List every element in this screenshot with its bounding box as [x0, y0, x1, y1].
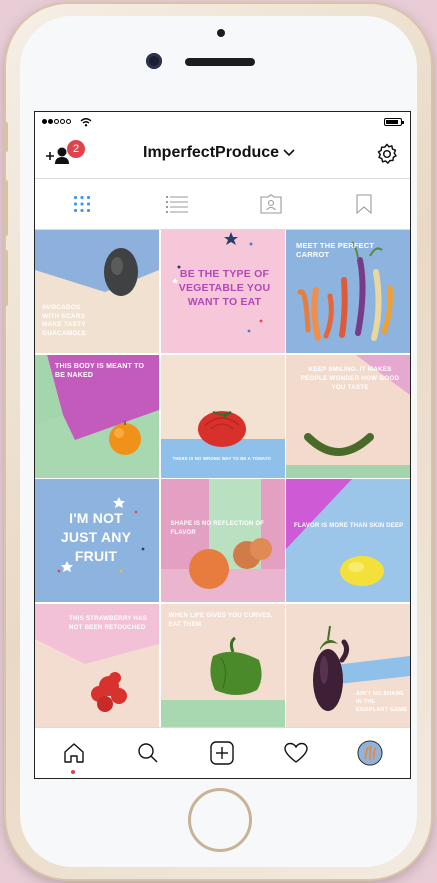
front-camera: [146, 53, 162, 69]
nav-search[interactable]: [135, 740, 161, 766]
post-caption: AIN'T NO SHAME IN THE EGGPLANT GAME: [356, 690, 408, 713]
avatar: [357, 740, 383, 766]
post-tile[interactable]: THIS STRAWBERRY HAS NOT BEEN RETOUCHED: [35, 603, 159, 727]
post-caption: I'M NOT JUST ANY FRUIT: [60, 510, 132, 564]
screen: 2 ImperfectProduce AVOCADOS WITH SCARS M…: [34, 111, 411, 779]
nav-activity[interactable]: [283, 740, 309, 766]
post-tile[interactable]: MEET THE PERFECT CARROT: [286, 230, 410, 353]
nav-new-post[interactable]: [209, 740, 235, 766]
post-caption: AVOCADOS WITH SCARS MAKE TASTY GUACAMOLE: [42, 304, 87, 337]
bottom-nav: [35, 727, 410, 778]
post-tile[interactable]: I'M NOT JUST ANY FRUIT: [35, 479, 159, 602]
post-caption: THIS STRAWBERRY HAS NOT BEEN RETOUCHED: [69, 614, 148, 631]
chevron-down-icon: [283, 149, 295, 157]
signal-dots: [42, 119, 71, 124]
tab-tagged[interactable]: [256, 193, 286, 215]
nav-profile[interactable]: [357, 740, 383, 766]
tab-grid[interactable]: [67, 193, 97, 215]
post-caption: THIS BODY IS MEANT TO BE NAKED: [55, 362, 145, 379]
post-caption: FLAVOR IS MORE THAN SKIN DEEP: [294, 523, 404, 529]
profile-header: 2 ImperfectProduce: [35, 132, 410, 179]
list-icon: [166, 196, 188, 213]
activity-dot: [71, 770, 75, 774]
gear-icon[interactable]: [376, 143, 398, 165]
post-caption: BE THE TYPE OF VEGETABLE YOU WANT TO EAT: [178, 268, 271, 308]
post-grid: AVOCADOS WITH SCARS MAKE TASTY GUACAMOLE…: [35, 230, 410, 727]
volume-up-button: [3, 180, 8, 236]
earpiece-speaker: [185, 58, 255, 66]
nav-home[interactable]: [61, 740, 87, 766]
post-tile[interactable]: THIS BODY IS MEANT TO BE NAKED: [35, 354, 159, 478]
volume-down-button: [3, 250, 8, 306]
post-tile[interactable]: SHAPE IS NO REFLECTION OF FLAVOR: [160, 479, 285, 602]
post-caption: KEEP SMILING. IT MAKES PEOPLE WONDER HOW…: [300, 365, 400, 391]
post-tile[interactable]: AVOCADOS WITH SCARS MAKE TASTY GUACAMOLE: [35, 230, 159, 353]
mute-switch: [3, 122, 8, 152]
add-user-button[interactable]: 2: [45, 140, 85, 168]
home-button[interactable]: [188, 788, 252, 852]
notification-badge: 2: [67, 140, 85, 158]
post-tile[interactable]: AIN'T NO SHAME IN THE EGGPLANT GAME: [286, 603, 410, 727]
tagged-icon: [260, 194, 282, 214]
tab-list[interactable]: [162, 193, 192, 215]
plus-square-icon: [210, 741, 234, 765]
tab-saved[interactable]: [349, 193, 379, 215]
wifi-icon: [80, 118, 92, 127]
battery-icon: [384, 118, 404, 126]
status-bar: [35, 112, 410, 132]
grid-icon: [74, 196, 90, 212]
bookmark-icon: [356, 194, 372, 214]
post-tile[interactable]: BE THE TYPE OF VEGETABLE YOU WANT TO EAT: [160, 230, 285, 353]
post-caption: WHEN LIFE GIVES YOU CURVES, EAT THEM: [168, 611, 273, 628]
post-caption: THERE IS NO WRONG WAY TO BE A TOMATO: [172, 455, 271, 461]
post-tile[interactable]: KEEP SMILING. IT MAKES PEOPLE WONDER HOW…: [286, 354, 410, 478]
heart-icon: [284, 742, 308, 763]
search-icon: [138, 743, 158, 763]
post-tile[interactable]: WHEN LIFE GIVES YOU CURVES, EAT THEM: [160, 603, 285, 727]
proximity-sensor: [217, 29, 225, 37]
post-tile[interactable]: FLAVOR IS MORE THAN SKIN DEEP: [286, 479, 410, 602]
username: ImperfectProduce: [143, 144, 280, 161]
post-caption: SHAPE IS NO REFLECTION OF FLAVOR: [170, 521, 265, 536]
profile-tabs: [35, 179, 410, 230]
home-icon: [64, 743, 84, 763]
post-tile[interactable]: THERE IS NO WRONG WAY TO BE A TOMATO: [160, 354, 285, 478]
account-switcher[interactable]: ImperfectProduce: [143, 144, 295, 162]
post-caption: MEET THE PERFECT CARROT: [296, 241, 375, 259]
